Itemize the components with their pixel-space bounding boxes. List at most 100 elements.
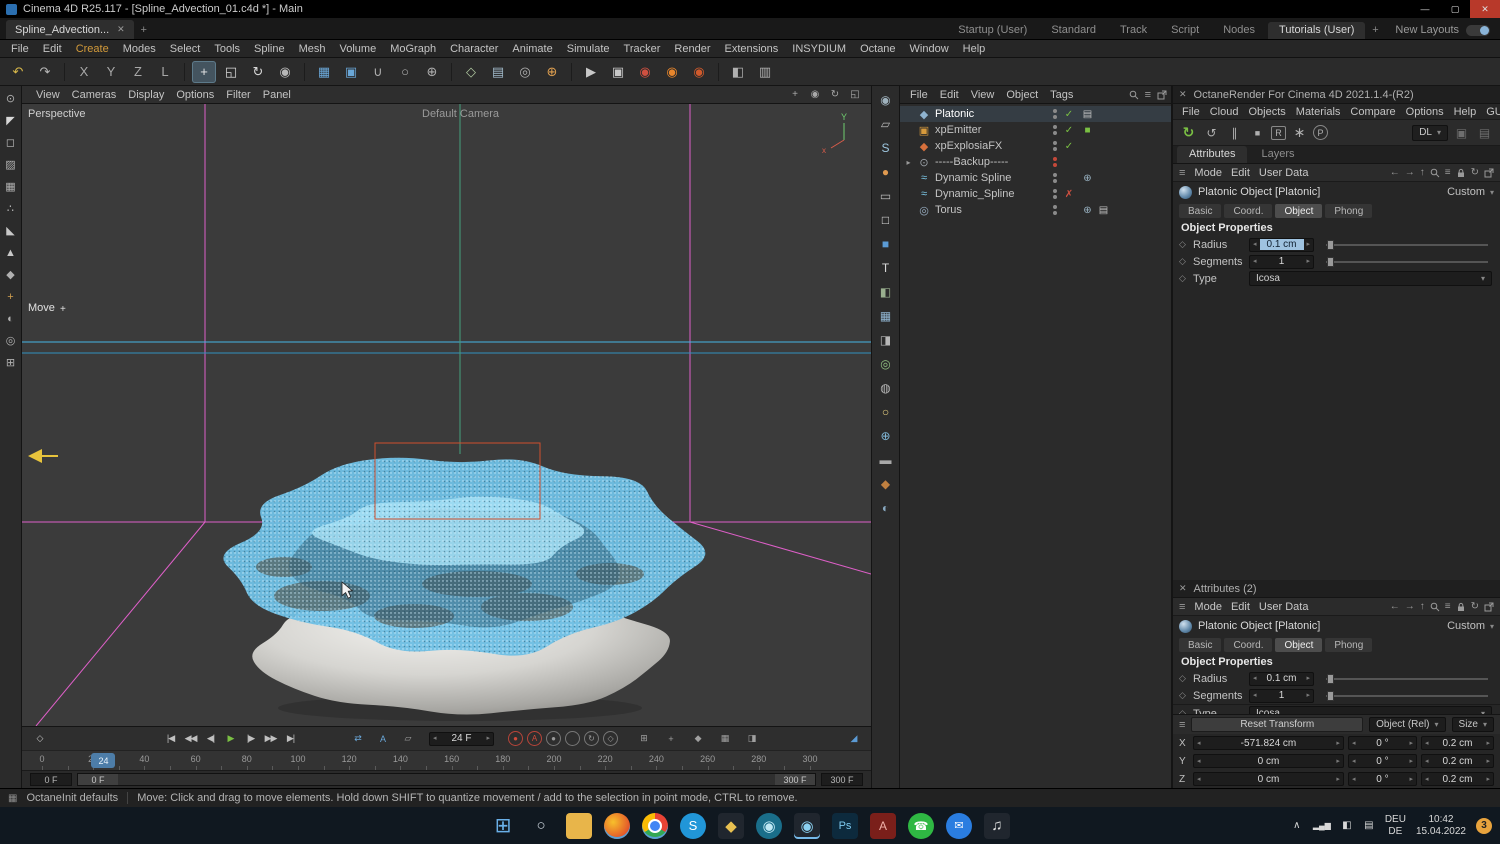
adobe-app-icon[interactable]: A [870,812,896,839]
viewport-menu-view[interactable]: View [30,89,66,101]
quantize-toggle-icon[interactable]: ⊞ [2,354,20,371]
autokey-button[interactable]: A [527,731,543,746]
menu-window[interactable]: Window [903,43,956,55]
phong-tag-icon[interactable]: ⊕ [1081,204,1094,217]
region-render-icon[interactable]: R [1271,125,1286,140]
add-document-tab-button[interactable]: + [134,20,154,39]
object-row-dynamic-spline-4[interactable]: ≈ Dynamic Spline ⊕ [900,170,1171,186]
menu-extensions[interactable]: Extensions [717,43,785,55]
tab-object[interactable]: Object [1275,204,1323,218]
radius-value[interactable]: 0.1 cm [1260,673,1304,684]
start-button[interactable]: ⊞ [490,813,516,839]
minimize-button[interactable]: — [1410,0,1440,18]
x-scale-value[interactable]: 0.2 cm [1431,738,1483,749]
keyframe-diamond-icon[interactable] [1179,673,1189,684]
preview-start-field[interactable]: 0 F [30,773,72,786]
increment-icon[interactable] [1333,758,1343,765]
visibility-dots[interactable] [1051,189,1059,199]
y-rotation-value[interactable]: 0 ° [1358,756,1406,767]
menu-mesh[interactable]: Mesh [292,43,333,55]
position-track-icon[interactable]: + [661,730,680,748]
slider-knob[interactable] [1327,673,1335,684]
layout-tab-nodes[interactable]: Nodes [1212,22,1266,39]
z-rotation-value[interactable]: 0 ° [1358,774,1406,785]
skype-icon[interactable]: S [680,812,706,839]
reset-transform-button[interactable]: Reset Transform [1191,717,1364,732]
move-tool-icon[interactable]: + [192,60,216,83]
tab-basic[interactable]: Basic [1179,204,1222,218]
decrement-icon[interactable] [1250,692,1260,699]
object-name[interactable]: Dynamic Spline [935,172,1047,184]
mode-menu[interactable]: Mode [1194,167,1222,179]
menu-help[interactable]: Help [956,43,993,55]
increment-icon[interactable] [1333,776,1343,783]
x-scale-stepper[interactable]: 0.2 cm [1420,736,1494,750]
menu-select[interactable]: Select [163,43,208,55]
menu-tools[interactable]: Tools [207,43,247,55]
play-button[interactable]: ▶ [221,730,240,748]
range-start-handle[interactable]: 0 F [78,774,118,785]
layers-panel-icon[interactable]: ▥ [753,61,777,83]
userdata-menu[interactable]: User Data [1259,167,1309,179]
increment-icon[interactable] [1483,740,1493,747]
x-axis-lock-icon[interactable]: X [72,61,96,83]
slider-knob[interactable] [1327,690,1335,701]
object-row-dynamic-spline-5[interactable]: ≈ Dynamic_Spline ✗ [900,186,1171,202]
magnet-icon[interactable]: ∪ [366,61,390,83]
segments-slider[interactable] [1326,690,1488,701]
visibility-dots[interactable] [1051,173,1059,183]
volume-icon[interactable]: ◧ [1341,820,1353,831]
snap-settings-icon[interactable]: ▣ [339,61,363,83]
octane-menu-compare[interactable]: Compare [1345,106,1400,118]
menu-file[interactable]: File [4,43,36,55]
light-icon[interactable]: ○ [875,403,897,421]
page-tag-icon[interactable]: ▤ [1081,108,1094,121]
x-position-stepper[interactable]: -571.824 cm [1193,736,1344,750]
visibility-dots[interactable] [1051,205,1059,215]
plane-primitive-icon[interactable]: ▭ [875,187,897,205]
record-rotation-button[interactable]: ↻ [584,731,600,746]
menu-tracker[interactable]: Tracker [617,43,668,55]
menu-animate[interactable]: Animate [505,43,559,55]
record-pla-button[interactable]: ◇ [603,731,619,746]
timeline-ruler[interactable]: 24 0204060801001201401601802002202402602… [22,750,871,770]
taskview-icon[interactable]: ○ [528,813,554,839]
render-settings-gear-icon[interactable]: ∗ [1290,124,1309,142]
userdata-menu[interactable]: User Data [1259,601,1309,613]
forward-arrow-icon[interactable] [1405,167,1415,178]
increment-icon[interactable] [1406,740,1416,747]
menu-modes[interactable]: Modes [116,43,163,55]
mode-menu[interactable]: Mode [1194,601,1222,613]
timeline-expand-icon[interactable]: ◢ [844,730,863,748]
radius-value[interactable]: 0.1 cm [1259,239,1304,250]
menu-volume[interactable]: Volume [333,43,384,55]
panel-split-icon[interactable]: ◨ [742,730,761,748]
render-settings-icon[interactable]: ◉ [633,61,657,83]
popout-icon[interactable] [1157,90,1167,100]
om-menu-file[interactable]: File [904,89,934,101]
layout-tab-startup-user[interactable]: Startup (User) [947,22,1038,39]
camera-icon[interactable]: ◍ [875,379,897,397]
viewport-menu-cameras[interactable]: Cameras [66,89,123,101]
slider-knob[interactable] [1327,239,1335,250]
polygons-mode-icon[interactable]: ▲ [2,244,20,261]
radius-slider[interactable] [1326,673,1488,684]
texture-mode-icon[interactable]: ▨ [2,156,20,173]
back-arrow-icon[interactable] [1390,167,1400,178]
y-position-stepper[interactable]: 0 cm [1193,754,1344,768]
octane-dialog-icon[interactable]: ◉ [660,61,684,83]
decrement-icon[interactable] [1422,776,1432,783]
expand-icon[interactable]: ▸ [904,158,913,167]
om-menu-tags[interactable]: Tags [1044,89,1079,101]
search-icon[interactable] [1430,602,1440,612]
tab-basic[interactable]: Basic [1179,638,1222,652]
refresh-icon[interactable] [1471,601,1479,612]
decrement-icon[interactable] [1194,758,1204,765]
preview-end-field[interactable]: 300 F [821,773,863,786]
visibility-dots[interactable] [1051,141,1059,151]
picture-viewer-icon[interactable]: ▣ [606,61,630,83]
close-icon[interactable] [1179,583,1187,594]
file-explorer-icon[interactable] [566,812,592,839]
type-dropdown[interactable]: Icosa [1249,706,1492,714]
z-rotation-stepper[interactable]: 0 ° [1347,772,1417,786]
